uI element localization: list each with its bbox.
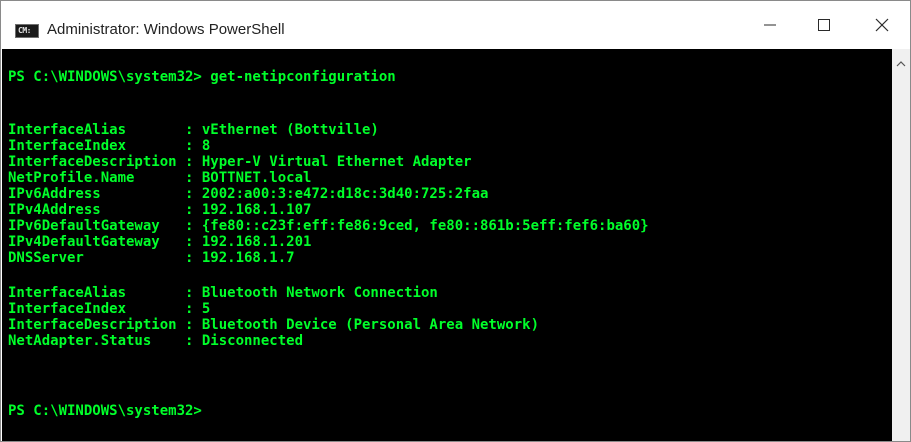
output-line: InterfaceDescription : Bluetooth Device … xyxy=(8,317,540,333)
maximize-icon xyxy=(818,19,830,31)
prompt-command-line: PS C:\WINDOWS\system32> get-netipconfigu… xyxy=(8,69,396,85)
output-line: InterfaceIndex : 5 xyxy=(8,301,211,317)
scroll-up-button[interactable] xyxy=(892,57,910,71)
output-line: NetProfile.Name : BOTTNET.local xyxy=(8,170,312,186)
output-line: InterfaceAlias : vEthernet (Bottville) xyxy=(8,122,379,138)
output-line: IPv4Address : 192.168.1.107 xyxy=(8,202,312,218)
output-line: IPv4DefaultGateway : 192.168.1.201 xyxy=(8,234,312,250)
powershell-app-icon[interactable]: CM: xyxy=(15,24,39,38)
vertical-scrollbar[interactable] xyxy=(892,49,910,441)
console-output[interactable]: PS C:\WINDOWS\system32> get-netipconfigu… xyxy=(2,49,892,441)
prompt-line: PS C:\WINDOWS\system32> xyxy=(8,403,202,419)
output-line: DNSServer : 192.168.1.7 xyxy=(8,250,295,266)
window-title: Administrator: Windows PowerShell xyxy=(47,21,285,38)
powershell-window: CM: Administrator: Windows PowerShell PS… xyxy=(0,0,911,442)
chevron-up-icon xyxy=(896,61,906,67)
close-button[interactable] xyxy=(859,1,905,49)
output-line: InterfaceAlias : Bluetooth Network Conne… xyxy=(8,285,438,301)
output-line: IPv6DefaultGateway : {fe80::c23f:eff:fe8… xyxy=(8,218,649,234)
maximize-button[interactable] xyxy=(801,1,847,49)
close-icon xyxy=(875,18,889,32)
minimize-button[interactable] xyxy=(747,1,793,49)
output-line: InterfaceDescription : Hyper-V Virtual E… xyxy=(8,154,472,170)
app-icon-label: CM: xyxy=(18,26,31,35)
output-line: NetAdapter.Status : Disconnected xyxy=(8,333,304,349)
minimize-icon xyxy=(764,24,776,26)
output-line: InterfaceIndex : 8 xyxy=(8,138,211,154)
title-bar[interactable]: CM: Administrator: Windows PowerShell xyxy=(1,1,910,49)
output-line: IPv6Address : 2002:a00:3:e472:d18c:3d40:… xyxy=(8,186,489,202)
